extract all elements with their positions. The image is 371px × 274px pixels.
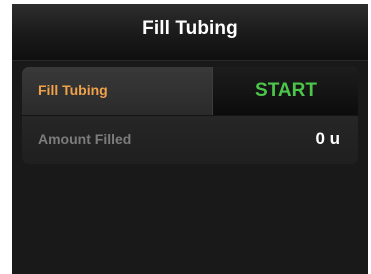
page-title: Fill Tubing (142, 18, 238, 39)
start-button[interactable]: START (212, 67, 358, 115)
amount-filled-label: Amount Filled (38, 131, 132, 147)
title-bar: Fill Tubing (12, 4, 368, 61)
start-button-label: START (255, 80, 317, 101)
amount-filled-row: Amount Filled 0 u (22, 116, 358, 164)
fill-tubing-label: Fill Tubing (38, 82, 108, 98)
amount-filled-value: 0 u (315, 129, 340, 148)
fill-tubing-row: Fill Tubing START (22, 67, 358, 116)
pump-screen: Fill Tubing Fill Tubing START Amount Fil… (12, 4, 368, 274)
fill-tubing-panel: Fill Tubing START Amount Filled 0 u (22, 67, 358, 164)
